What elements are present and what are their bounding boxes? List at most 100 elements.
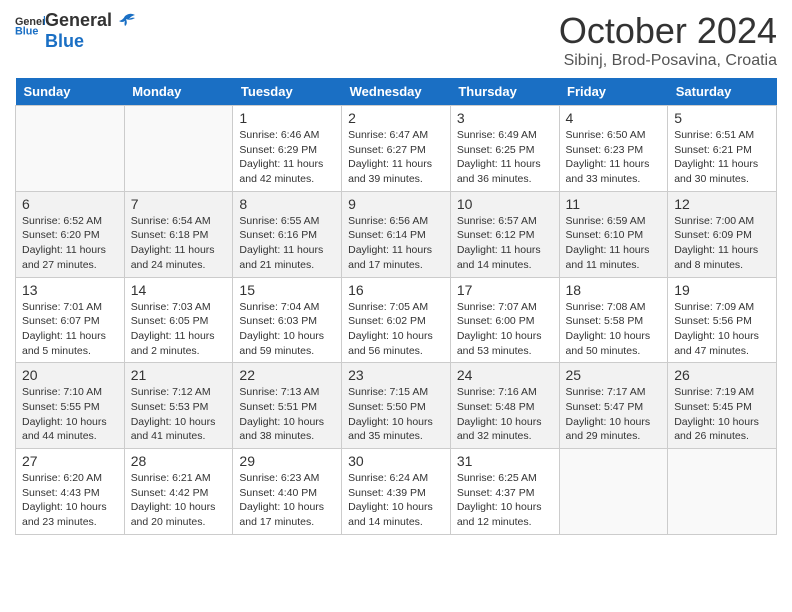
day-header-sunday: Sunday: [16, 78, 125, 106]
page-container: General Blue General Blue October 2024: [0, 0, 792, 545]
day-number: 6: [22, 196, 118, 212]
day-header-tuesday: Tuesday: [233, 78, 342, 106]
calendar-cell-1-3: 1 Sunrise: 6:46 AM Sunset: 6:29 PM Daylig…: [233, 106, 342, 192]
day-number: 26: [674, 367, 770, 383]
day-number: 16: [348, 282, 444, 298]
day-number: 13: [22, 282, 118, 298]
day-number: 7: [131, 196, 227, 212]
day-info: Sunrise: 6:46 AM Sunset: 6:29 PM Dayligh…: [239, 128, 335, 187]
day-info: Sunrise: 7:04 AM Sunset: 6:03 PM Dayligh…: [239, 300, 335, 359]
day-info: Sunrise: 6:23 AM Sunset: 4:40 PM Dayligh…: [239, 471, 335, 530]
svg-text:Blue: Blue: [15, 26, 38, 38]
day-info: Sunrise: 6:49 AM Sunset: 6:25 PM Dayligh…: [457, 128, 553, 187]
day-info: Sunrise: 6:47 AM Sunset: 6:27 PM Dayligh…: [348, 128, 444, 187]
day-number: 12: [674, 196, 770, 212]
day-info: Sunrise: 6:24 AM Sunset: 4:39 PM Dayligh…: [348, 471, 444, 530]
location-title: Sibinj, Brod-Posavina, Croatia: [559, 52, 777, 70]
day-number: 5: [674, 110, 770, 126]
day-info: Sunrise: 7:16 AM Sunset: 5:48 PM Dayligh…: [457, 385, 553, 444]
day-info: Sunrise: 6:59 AM Sunset: 6:10 PM Dayligh…: [566, 214, 662, 273]
week-row-1: 1 Sunrise: 6:46 AM Sunset: 6:29 PM Daylig…: [16, 106, 777, 192]
calendar-cell-4-5: 24Sunrise: 7:16 AM Sunset: 5:48 PM Dayli…: [450, 363, 559, 449]
calendar-cell-2-3: 8 Sunrise: 6:55 AM Sunset: 6:16 PM Daylig…: [233, 191, 342, 277]
day-number: 29: [239, 453, 335, 469]
calendar-cell-4-6: 25Sunrise: 7:17 AM Sunset: 5:47 PM Dayli…: [559, 363, 668, 449]
day-number: 27: [22, 453, 118, 469]
day-info: Sunrise: 7:13 AM Sunset: 5:51 PM Dayligh…: [239, 385, 335, 444]
day-info: Sunrise: 7:01 AM Sunset: 6:07 PM Dayligh…: [22, 300, 118, 359]
calendar-cell-1-1: [16, 106, 125, 192]
day-info: Sunrise: 6:52 AM Sunset: 6:20 PM Dayligh…: [22, 214, 118, 273]
logo-general-text: General: [45, 10, 112, 31]
calendar-cell-1-6: 4 Sunrise: 6:50 AM Sunset: 6:23 PM Daylig…: [559, 106, 668, 192]
day-info: Sunrise: 7:10 AM Sunset: 5:55 PM Dayligh…: [22, 385, 118, 444]
day-number: 2: [348, 110, 444, 126]
calendar-cell-3-7: 19 Sunrise: 7:09 AM Sunset: 5:56 PM Dayli…: [668, 277, 777, 363]
day-info: Sunrise: 7:03 AM Sunset: 6:05 PM Dayligh…: [131, 300, 227, 359]
day-number: 10: [457, 196, 553, 212]
calendar-cell-3-6: 18Sunrise: 7:08 AM Sunset: 5:58 PM Dayli…: [559, 277, 668, 363]
calendar-cell-3-3: 15Sunrise: 7:04 AM Sunset: 6:03 PM Dayli…: [233, 277, 342, 363]
header-row: SundayMondayTuesdayWednesdayThursdayFrid…: [16, 78, 777, 106]
calendar-cell-5-6: [559, 449, 668, 535]
week-row-5: 27 Sunrise: 6:20 AM Sunset: 4:43 PM Dayli…: [16, 449, 777, 535]
day-info: Sunrise: 7:12 AM Sunset: 5:53 PM Dayligh…: [131, 385, 227, 444]
day-header-monday: Monday: [124, 78, 233, 106]
day-number: 20: [22, 367, 118, 383]
day-number: 21: [131, 367, 227, 383]
day-header-friday: Friday: [559, 78, 668, 106]
calendar-cell-5-5: 31Sunrise: 6:25 AM Sunset: 4:37 PM Dayli…: [450, 449, 559, 535]
calendar-cell-2-7: 12Sunrise: 7:00 AM Sunset: 6:09 PM Dayli…: [668, 191, 777, 277]
week-row-3: 13 Sunrise: 7:01 AM Sunset: 6:07 PM Dayli…: [16, 277, 777, 363]
calendar-cell-2-4: 9 Sunrise: 6:56 AM Sunset: 6:14 PM Daylig…: [342, 191, 451, 277]
logo-icon: General Blue: [15, 10, 45, 40]
day-info: Sunrise: 6:50 AM Sunset: 6:23 PM Dayligh…: [566, 128, 662, 187]
day-info: Sunrise: 6:25 AM Sunset: 4:37 PM Dayligh…: [457, 471, 553, 530]
calendar-cell-4-3: 22 Sunrise: 7:13 AM Sunset: 5:51 PM Dayli…: [233, 363, 342, 449]
day-header-wednesday: Wednesday: [342, 78, 451, 106]
calendar-cell-2-1: 6 Sunrise: 6:52 AM Sunset: 6:20 PM Daylig…: [16, 191, 125, 277]
logo-blue-text: Blue: [45, 31, 136, 52]
calendar-cell-5-1: 27 Sunrise: 6:20 AM Sunset: 4:43 PM Dayli…: [16, 449, 125, 535]
logo-bird-icon: [114, 12, 136, 30]
day-number: 4: [566, 110, 662, 126]
calendar-cell-5-4: 30 Sunrise: 6:24 AM Sunset: 4:39 PM Dayli…: [342, 449, 451, 535]
week-row-2: 6 Sunrise: 6:52 AM Sunset: 6:20 PM Daylig…: [16, 191, 777, 277]
calendar-cell-2-6: 11 Sunrise: 6:59 AM Sunset: 6:10 PM Dayli…: [559, 191, 668, 277]
day-info: Sunrise: 6:21 AM Sunset: 4:42 PM Dayligh…: [131, 471, 227, 530]
day-number: 11: [566, 196, 662, 212]
day-info: Sunrise: 7:05 AM Sunset: 6:02 PM Dayligh…: [348, 300, 444, 359]
day-info: Sunrise: 7:09 AM Sunset: 5:56 PM Dayligh…: [674, 300, 770, 359]
day-number: 22: [239, 367, 335, 383]
day-number: 17: [457, 282, 553, 298]
header: General Blue General Blue October 2024: [15, 10, 777, 70]
calendar-cell-5-3: 29 Sunrise: 6:23 AM Sunset: 4:40 PM Dayli…: [233, 449, 342, 535]
day-info: Sunrise: 7:07 AM Sunset: 6:00 PM Dayligh…: [457, 300, 553, 359]
day-number: 8: [239, 196, 335, 212]
day-number: 18: [566, 282, 662, 298]
calendar-cell-1-7: 5Sunrise: 6:51 AM Sunset: 6:21 PM Daylig…: [668, 106, 777, 192]
day-number: 19: [674, 282, 770, 298]
calendar-cell-3-2: 14Sunrise: 7:03 AM Sunset: 6:05 PM Dayli…: [124, 277, 233, 363]
day-header-thursday: Thursday: [450, 78, 559, 106]
day-info: Sunrise: 6:57 AM Sunset: 6:12 PM Dayligh…: [457, 214, 553, 273]
day-number: 9: [348, 196, 444, 212]
day-info: Sunrise: 7:17 AM Sunset: 5:47 PM Dayligh…: [566, 385, 662, 444]
calendar-cell-4-7: 26Sunrise: 7:19 AM Sunset: 5:45 PM Dayli…: [668, 363, 777, 449]
day-info: Sunrise: 6:54 AM Sunset: 6:18 PM Dayligh…: [131, 214, 227, 273]
day-number: 30: [348, 453, 444, 469]
calendar-cell-3-5: 17 Sunrise: 7:07 AM Sunset: 6:00 PM Dayli…: [450, 277, 559, 363]
calendar-cell-1-2: [124, 106, 233, 192]
calendar-cell-5-7: [668, 449, 777, 535]
day-info: Sunrise: 6:56 AM Sunset: 6:14 PM Dayligh…: [348, 214, 444, 273]
month-title: October 2024: [559, 10, 777, 52]
calendar-cell-2-5: 10 Sunrise: 6:57 AM Sunset: 6:12 PM Dayli…: [450, 191, 559, 277]
day-info: Sunrise: 6:55 AM Sunset: 6:16 PM Dayligh…: [239, 214, 335, 273]
day-number: 1: [239, 110, 335, 126]
calendar-cell-3-1: 13 Sunrise: 7:01 AM Sunset: 6:07 PM Dayli…: [16, 277, 125, 363]
calendar-cell-2-2: 7 Sunrise: 6:54 AM Sunset: 6:18 PM Daylig…: [124, 191, 233, 277]
day-info: Sunrise: 6:20 AM Sunset: 4:43 PM Dayligh…: [22, 471, 118, 530]
calendar-cell-4-4: 23Sunrise: 7:15 AM Sunset: 5:50 PM Dayli…: [342, 363, 451, 449]
title-area: October 2024 Sibinj, Brod-Posavina, Croa…: [559, 10, 777, 70]
calendar-cell-4-2: 21 Sunrise: 7:12 AM Sunset: 5:53 PM Dayli…: [124, 363, 233, 449]
